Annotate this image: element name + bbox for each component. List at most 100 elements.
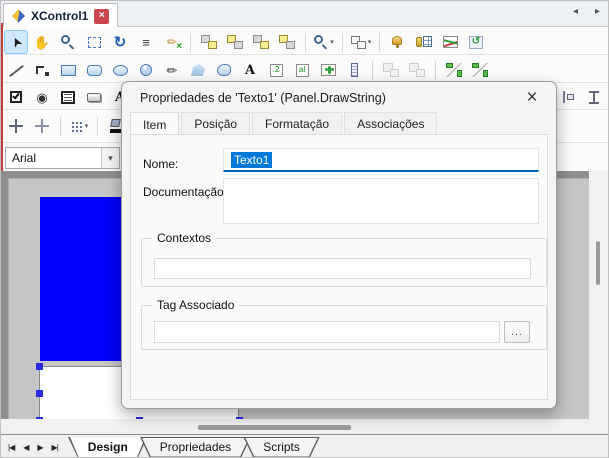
vertical-scrollbar-thumb[interactable] — [596, 241, 600, 285]
marquee-select-tool-button[interactable] — [82, 30, 106, 54]
tab-formatacao[interactable]: Formatação — [252, 112, 342, 135]
arrange-disabled-2-button[interactable] — [405, 58, 429, 82]
dialog-tab-page: Nome: Texto1 Documentação: Contextos Tag… — [130, 134, 548, 400]
draw-polygon-button[interactable] — [186, 58, 210, 82]
vertical-scrollbar[interactable] — [589, 171, 609, 434]
prev-view-button[interactable]: ◀ — [23, 443, 28, 452]
chart-icon — [443, 36, 458, 48]
selection-handle[interactable] — [36, 363, 43, 370]
send-to-back-button[interactable] — [223, 30, 247, 54]
dropdown-arrow-icon[interactable]: ▾ — [330, 38, 334, 46]
draw-rectangle-button[interactable] — [56, 58, 80, 82]
tab-item[interactable]: Item — [130, 112, 179, 136]
bring-to-front-icon — [201, 35, 217, 49]
tag-browse-button[interactable]: ... — [504, 321, 530, 343]
paste-position-icon — [409, 63, 425, 77]
font-family-value: Arial — [6, 151, 101, 165]
dialog-title: Propriedades de 'Texto1' (Panel.DrawStri… — [140, 91, 386, 105]
radio-control-button[interactable]: ◉ — [30, 85, 54, 109]
toolbar-separator — [435, 61, 436, 80]
tab-associacoes[interactable]: Associações — [344, 112, 437, 135]
first-view-button[interactable]: |◀ — [8, 443, 14, 452]
draw-rounded-rectangle-button[interactable] — [82, 58, 106, 82]
toolbar-separator — [97, 117, 98, 136]
marquee-icon — [88, 37, 101, 48]
dropdown-arrow-icon[interactable]: ▾ — [85, 122, 89, 130]
draw-line-button[interactable] — [4, 58, 28, 82]
doc-tab-xcontrol1[interactable]: XControl1 × — [3, 3, 118, 28]
zoom-level-button[interactable]: ▾ — [312, 30, 336, 54]
tab-scripts[interactable]: Scripts — [243, 437, 320, 458]
insert-recipe-button[interactable] — [464, 30, 488, 54]
draw-closed-curve-button[interactable] — [212, 58, 236, 82]
insert-text-button[interactable]: A — [238, 58, 262, 82]
insert-display-value-button[interactable]: .2 — [264, 58, 288, 82]
letter-a-icon: A — [245, 64, 255, 77]
edit-points-tool-button[interactable]: ✏ — [160, 30, 184, 54]
draw-polyline-button[interactable] — [30, 58, 54, 82]
slider-control-button[interactable] — [556, 85, 580, 109]
send-backward-button[interactable] — [275, 30, 299, 54]
tab-posicao[interactable]: Posição — [181, 112, 250, 135]
zoom-window-tool-button[interactable] — [56, 30, 80, 54]
bring-to-front-button[interactable] — [197, 30, 221, 54]
checkbox-icon — [10, 91, 22, 103]
next-view-button[interactable]: ▶ — [37, 443, 42, 452]
group-objects-button[interactable]: ▾ — [349, 30, 373, 54]
draw-pie-button[interactable] — [134, 58, 158, 82]
bring-forward-icon — [253, 35, 269, 49]
tab-propriedades[interactable]: Propriedades — [140, 437, 251, 458]
pencil-x-icon: ✏ — [167, 36, 177, 48]
insert-text-input-button[interactable]: al — [290, 58, 314, 82]
draw-ellipse-button[interactable] — [108, 58, 132, 82]
documentacao-textarea[interactable] — [223, 178, 539, 224]
tab-scroll-left-icon[interactable]: ◂ — [573, 6, 578, 17]
rotate-icon: ↻ — [114, 35, 127, 50]
insert-chart-button[interactable] — [438, 30, 462, 54]
contextos-legend: Contextos — [152, 231, 216, 245]
dropdown-arrow-icon[interactable]: ▾ — [368, 38, 372, 46]
nudge-size-button[interactable] — [30, 114, 54, 138]
tab-order-tool-button[interactable]: ≡ — [134, 30, 158, 54]
insert-picture-button[interactable] — [316, 58, 340, 82]
nome-input[interactable]: Texto1 — [223, 148, 539, 172]
draw-freehand-button[interactable]: ✏ — [160, 58, 184, 82]
checkbox-control-button[interactable] — [4, 85, 28, 109]
toolbar-row-selection: ➤✋ ↻ ≡ ✏ ▾ ▾ — [4, 29, 488, 55]
close-icon[interactable]: × — [520, 86, 544, 110]
font-family-select[interactable]: Arial ▾ — [5, 147, 120, 169]
arrange-disabled-1-button[interactable] — [379, 58, 403, 82]
documentacao-label: Documentação: — [143, 185, 227, 199]
horizontal-scrollbar[interactable] — [1, 419, 589, 434]
tag-associado-input[interactable] — [154, 321, 500, 343]
selection-handle[interactable] — [36, 390, 43, 397]
insert-scale-button[interactable] — [342, 58, 366, 82]
select-tool-button[interactable]: ➤ — [4, 30, 28, 54]
node-edit-2-button[interactable] — [468, 58, 492, 82]
distribute-nodes-alt-icon — [472, 63, 488, 77]
node-edit-1-button[interactable] — [442, 58, 466, 82]
nudge-position-button[interactable] — [4, 114, 28, 138]
toolbar-separator — [60, 117, 61, 136]
alarm-config-button[interactable] — [386, 30, 410, 54]
doc-tab-label: XControl1 — [31, 9, 88, 23]
chevron-down-icon[interactable]: ▾ — [101, 148, 119, 168]
bring-forward-button[interactable] — [249, 30, 273, 54]
data-browser-button[interactable] — [412, 30, 436, 54]
line-icon — [9, 64, 24, 77]
pan-tool-button[interactable]: ✋ — [30, 30, 54, 54]
tab-scroll-right-icon[interactable]: ▸ — [595, 6, 600, 17]
last-view-button[interactable]: ▶| — [52, 443, 58, 452]
button-control-button[interactable] — [82, 85, 106, 109]
scale-control-button[interactable] — [582, 85, 606, 109]
push-button-icon — [87, 93, 101, 102]
contextos-input[interactable] — [154, 258, 531, 279]
tab-design[interactable]: Design — [68, 437, 148, 458]
display-value-icon: .2 — [270, 64, 283, 77]
grid-options-button[interactable]: ▾ — [67, 114, 91, 138]
polygon-icon — [191, 64, 205, 76]
horizontal-scrollbar-thumb[interactable] — [198, 425, 351, 430]
listform-control-button[interactable] — [56, 85, 80, 109]
rotate-tool-button[interactable]: ↻ — [108, 30, 132, 54]
close-icon[interactable]: × — [94, 9, 109, 24]
